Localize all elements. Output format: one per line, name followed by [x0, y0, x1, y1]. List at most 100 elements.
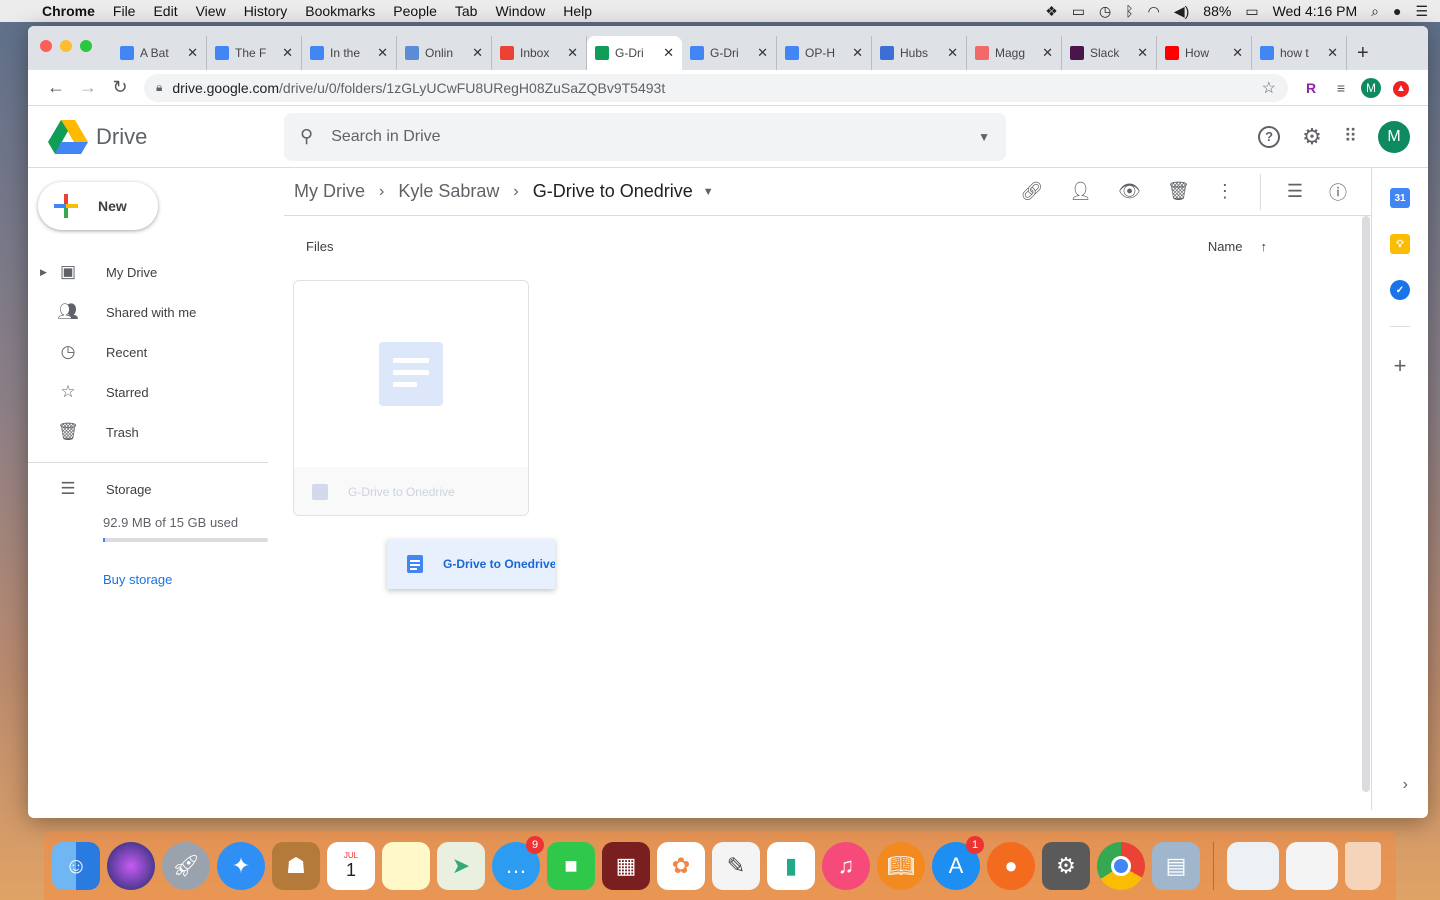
- profile-avatar-button[interactable]: M: [1356, 77, 1386, 98]
- menu-window[interactable]: Window: [495, 3, 545, 19]
- close-tab-icon[interactable]: ✕: [1327, 45, 1338, 61]
- close-tab-icon[interactable]: ✕: [187, 45, 198, 61]
- chrome-dock-icon[interactable]: [1097, 842, 1145, 890]
- content-scrollbar[interactable]: [1361, 216, 1371, 792]
- forward-icon[interactable]: →: [72, 77, 104, 98]
- close-tab-icon[interactable]: ✕: [947, 45, 958, 61]
- close-tab-icon[interactable]: ✕: [757, 45, 768, 61]
- menu-chrome[interactable]: Chrome: [42, 3, 95, 19]
- close-tab-icon[interactable]: ✕: [472, 45, 483, 61]
- calendar-icon[interactable]: JUL 1: [327, 842, 375, 890]
- breadcrumb-my-drive[interactable]: My Drive: [294, 181, 365, 202]
- contacts-icon[interactable]: ☗: [272, 842, 320, 890]
- launchpad-icon[interactable]: 🚀︎: [162, 842, 210, 890]
- list-view-icon[interactable]: ☰: [1287, 181, 1303, 202]
- browser-tab[interactable]: Hubs ✕: [872, 36, 967, 70]
- close-tab-icon[interactable]: ✕: [663, 45, 674, 61]
- lock-icon[interactable]: 🔒︎: [156, 80, 162, 95]
- spotlight-icon[interactable]: ⌕: [1371, 3, 1379, 20]
- downloads-stack-icon[interactable]: [1286, 842, 1338, 890]
- photo-booth-icon[interactable]: ▦: [602, 842, 650, 890]
- close-tab-icon[interactable]: ✕: [852, 45, 863, 61]
- siri-icon[interactable]: ●: [1393, 3, 1401, 19]
- safari-icon[interactable]: ✦: [217, 842, 265, 890]
- search-options-icon[interactable]: ▼: [978, 130, 990, 144]
- search-bar[interactable]: ⚲ Search in Drive ▼: [284, 112, 1006, 161]
- add-addon-plus-icon[interactable]: +: [1394, 353, 1407, 379]
- more-actions-icon[interactable]: ⋮: [1216, 181, 1234, 202]
- wifi-icon[interactable]: ◠: [1148, 3, 1160, 20]
- close-window-button[interactable]: [40, 40, 52, 52]
- numbers-icon[interactable]: ▮: [767, 842, 815, 890]
- browser-tab[interactable]: Magg ✕: [967, 36, 1062, 70]
- keep-addon-icon[interactable]: 💡︎: [1390, 234, 1410, 254]
- extension-red-icon[interactable]: ▲: [1386, 78, 1416, 97]
- new-tab-button[interactable]: +: [1357, 36, 1369, 70]
- sidebar-item-my-drive[interactable]: ▶ ▣ My Drive: [28, 252, 284, 292]
- browser-tab[interactable]: The F ✕: [207, 36, 302, 70]
- sidebar-item-shared-with-me[interactable]: 👥︎ Shared with me: [28, 292, 284, 332]
- close-tab-icon[interactable]: ✕: [1232, 45, 1243, 61]
- time-machine-icon[interactable]: ◷: [1099, 3, 1111, 20]
- help-icon[interactable]: ?: [1258, 125, 1281, 148]
- get-link-icon[interactable]: 🔗︎: [1020, 181, 1043, 202]
- trash-dock-icon[interactable]: [1345, 842, 1381, 890]
- menu-view[interactable]: View: [196, 3, 226, 19]
- dragged-file-chip[interactable]: G-Drive to Onedrive: [387, 539, 555, 589]
- sidebar-item-starred[interactable]: ☆ Starred: [28, 372, 284, 412]
- expand-panel-chevron-icon[interactable]: ›: [1403, 776, 1408, 794]
- close-tab-icon[interactable]: ✕: [377, 45, 388, 61]
- preview-icon[interactable]: ▤: [1152, 842, 1200, 890]
- drive-logo[interactable]: Drive: [28, 119, 284, 154]
- sort-arrow-up-icon[interactable]: ↑: [1261, 239, 1268, 254]
- new-button[interactable]: New: [38, 182, 158, 230]
- sidebar-item-storage[interactable]: ☰ Storage: [28, 469, 284, 509]
- extension-r-icon[interactable]: R: [1296, 80, 1326, 96]
- menu-edit[interactable]: Edit: [153, 3, 177, 19]
- minimize-window-button[interactable]: [60, 40, 72, 52]
- preview-eye-icon[interactable]: 👁︎: [1118, 181, 1141, 202]
- menu-people[interactable]: People: [393, 3, 437, 19]
- browser-tab[interactable]: Slack ✕: [1062, 36, 1157, 70]
- sort-by-name-button[interactable]: Name: [1208, 239, 1243, 254]
- account-avatar[interactable]: M: [1378, 120, 1410, 153]
- menu-history[interactable]: History: [244, 3, 288, 19]
- settings-gear-icon[interactable]: ⚙: [1302, 124, 1322, 150]
- breadcrumb-current-folder[interactable]: G-Drive to Onedrive: [533, 181, 693, 202]
- browser-tab[interactable]: Inbox ✕: [492, 36, 587, 70]
- volume-icon[interactable]: ◀): [1174, 3, 1189, 20]
- menu-bookmarks[interactable]: Bookmarks: [305, 3, 375, 19]
- ibooks-icon[interactable]: 📖︎: [877, 842, 925, 890]
- siri-icon[interactable]: [107, 842, 155, 890]
- menubar-clock[interactable]: Wed 4:16 PM: [1273, 3, 1358, 19]
- notes-icon[interactable]: [382, 842, 430, 890]
- airplay-icon[interactable]: ▭: [1072, 3, 1085, 20]
- browser-tab[interactable]: how t ✕: [1252, 36, 1347, 70]
- browser-tab[interactable]: G-Dri ✕: [587, 36, 682, 70]
- expand-arrow-icon[interactable]: ▶: [40, 267, 47, 278]
- delete-trash-icon[interactable]: 🗑︎: [1167, 181, 1190, 202]
- app-store-icon[interactable]: A 1: [932, 836, 984, 890]
- textedit-icon[interactable]: ✎: [712, 842, 760, 890]
- browser-tab[interactable]: Onlin ✕: [397, 36, 492, 70]
- menu-help[interactable]: Help: [563, 3, 592, 19]
- sidebar-item-recent[interactable]: ◷ Recent: [28, 332, 284, 372]
- zoom-window-button[interactable]: [80, 40, 92, 52]
- reading-list-icon[interactable]: ≡: [1326, 80, 1356, 96]
- reload-icon[interactable]: ↻: [104, 77, 136, 98]
- dropbox-icon[interactable]: ❖: [1045, 3, 1058, 20]
- close-tab-icon[interactable]: ✕: [567, 45, 578, 61]
- menu-file[interactable]: File: [113, 3, 136, 19]
- details-info-icon[interactable]: ⓘ: [1329, 179, 1347, 205]
- browser-tab[interactable]: How ✕: [1157, 36, 1252, 70]
- share-person-icon[interactable]: 👤︎: [1069, 181, 1092, 202]
- notification-center-icon[interactable]: ☰: [1415, 3, 1428, 20]
- apps-grid-icon[interactable]: ⠿: [1344, 126, 1357, 147]
- photos-icon[interactable]: ✿: [657, 842, 705, 890]
- breadcrumb-kyle-sabraw[interactable]: Kyle Sabraw: [398, 181, 499, 202]
- menu-tab[interactable]: Tab: [455, 3, 478, 19]
- sidebar-item-trash[interactable]: 🗑︎ Trash: [28, 412, 284, 452]
- browser-tab[interactable]: A Bat ✕: [112, 36, 207, 70]
- tasks-addon-icon[interactable]: ✓: [1390, 280, 1410, 300]
- close-tab-icon[interactable]: ✕: [1042, 45, 1053, 61]
